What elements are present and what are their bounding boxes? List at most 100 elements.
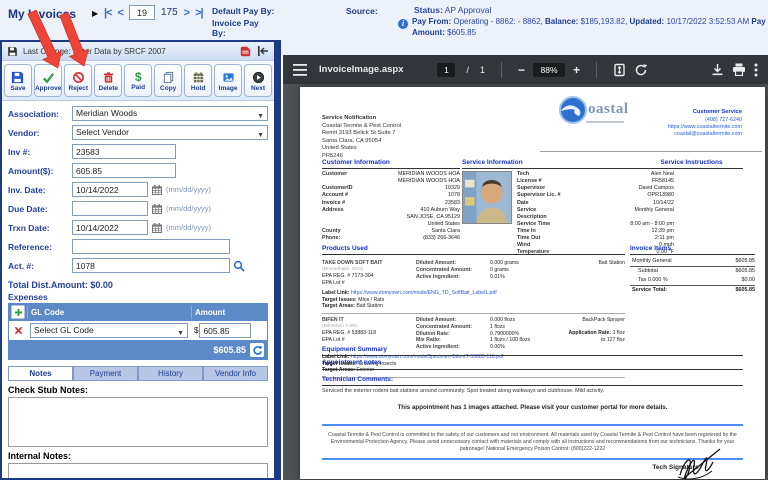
- gl-code-header: GL Code: [27, 306, 191, 319]
- notes-tabs: Notes Payment History Vendor Info: [8, 366, 268, 381]
- pdf-page-input[interactable]: 1: [437, 63, 455, 77]
- expenses-total: $605.85: [213, 345, 246, 355]
- customer-service-contacts[interactable]: (408) 727-6240 https://www.coastaltermit…: [600, 117, 742, 138]
- pdf-viewer: InvoiceImage.aspx 1 / 1 − 88% + Service …: [283, 55, 768, 480]
- gl-amount-input[interactable]: [199, 323, 251, 338]
- vendor-label: Vendor:: [8, 128, 72, 138]
- delete-row-button[interactable]: [9, 325, 27, 336]
- collapse-panel-icon[interactable]: [257, 46, 269, 56]
- zoom-level[interactable]: 88%: [533, 63, 565, 77]
- pdf-page-total: 1: [480, 65, 485, 75]
- association-select[interactable]: Meridian Woods▼: [72, 106, 268, 121]
- dollar-icon: $: [135, 71, 142, 83]
- reject-button[interactable]: Reject: [64, 64, 92, 97]
- invoice-pay-by-label: Invoice Pay By:: [212, 19, 264, 39]
- due-date-input[interactable]: [72, 201, 148, 216]
- paid-button[interactable]: $ Paid: [124, 64, 152, 97]
- customer-information-section: Customer Information CustomerMERIDIAN WO…: [322, 159, 460, 242]
- gl-code-select[interactable]: Select GL Code▼: [30, 323, 188, 338]
- invoice-item-row: Tax 0.000 %$0.00: [630, 276, 755, 286]
- download-icon[interactable]: [711, 63, 724, 76]
- save-button[interactable]: Save: [4, 64, 32, 97]
- check-icon: [42, 71, 55, 84]
- image-icon: [222, 71, 235, 84]
- hold-button[interactable]: Hold: [184, 64, 212, 97]
- calendar-icon[interactable]: [151, 203, 163, 215]
- rotate-icon[interactable]: [634, 63, 648, 77]
- product-links: Label Link: https://www.domyown.com/msds…: [322, 290, 625, 314]
- inv-number-input[interactable]: [72, 144, 176, 159]
- copy-button[interactable]: Copy: [154, 64, 182, 97]
- search-icon[interactable]: [233, 260, 245, 272]
- wave-logo-icon: [558, 95, 588, 125]
- add-gl-row-button[interactable]: [11, 305, 25, 319]
- title-caret-icon[interactable]: ▶: [92, 9, 98, 18]
- currency-symbol: $: [194, 326, 198, 335]
- save-icon: [11, 71, 24, 84]
- next-button[interactable]: Next: [244, 64, 272, 97]
- page-separator: /: [466, 65, 469, 75]
- trash-icon: [102, 71, 115, 84]
- pdf-badge-icon[interactable]: [240, 46, 251, 57]
- gl-code-row: Select GL Code▼ $: [9, 320, 267, 341]
- tab-payment[interactable]: Payment: [73, 366, 138, 380]
- status-value: AP Approval: [445, 5, 492, 15]
- vendor-select[interactable]: Select Vendor▼: [72, 125, 268, 140]
- plus-icon: [13, 307, 24, 318]
- calendar-icon[interactable]: [151, 184, 163, 196]
- act-number-input[interactable]: [72, 258, 230, 273]
- first-page-button[interactable]: |<: [104, 7, 112, 19]
- delete-button[interactable]: Delete: [94, 64, 122, 97]
- toolbar: Save Approve Reject Delete $ Paid Copy H…: [2, 61, 274, 101]
- zoom-in-button[interactable]: +: [573, 65, 580, 75]
- tab-notes[interactable]: Notes: [8, 366, 73, 380]
- association-label: Association:: [8, 109, 72, 119]
- amount-input[interactable]: [72, 163, 176, 178]
- tab-history[interactable]: History: [138, 366, 203, 380]
- reference-input[interactable]: [72, 239, 230, 254]
- service-information-section: Service Information Tech License # Super…: [462, 159, 674, 256]
- internal-notes-label: Internal Notes:: [2, 447, 274, 463]
- prev-page-button[interactable]: <: [118, 7, 123, 19]
- invoice-items-heading: Invoice Items: [630, 245, 755, 255]
- print-icon[interactable]: [732, 63, 746, 76]
- pdf-filename: InvoiceImage.aspx: [319, 64, 403, 75]
- chevron-down-icon: ▼: [257, 129, 264, 142]
- refresh-total-button[interactable]: [250, 343, 264, 357]
- tab-vendor-info[interactable]: Vendor Info: [203, 366, 268, 380]
- updated-value: 10/17/2022 3:52:53 AM: [666, 17, 749, 26]
- pay-from-value: Operating - 8862: - 8862,: [453, 17, 542, 26]
- status-label: Status:: [414, 5, 443, 15]
- expenses-footer-row: $605.85: [9, 341, 267, 359]
- equipment-summary-heading: Equipment Summary: [322, 346, 743, 356]
- invoice-items-section: Invoice Items Monthly General$605.85 Sub…: [630, 245, 755, 296]
- customer-service-block: Customer Service (408) 727-6240 https://…: [600, 109, 742, 138]
- date-format-hint: (mm/dd/yyyy): [166, 223, 211, 232]
- check-stub-notes-textarea[interactable]: [8, 397, 268, 447]
- last-page-button[interactable]: >|: [195, 7, 203, 19]
- zoom-out-button[interactable]: −: [518, 65, 525, 75]
- service-instructions-heading: Service Instructions: [640, 159, 743, 169]
- menu-icon[interactable]: [293, 64, 307, 76]
- calendar-icon[interactable]: [151, 222, 163, 234]
- fit-page-icon[interactable]: [613, 63, 626, 77]
- tech-signature-scribble: [670, 447, 728, 480]
- inv-number-label: Inv #:: [8, 147, 72, 157]
- page-number-input[interactable]: [129, 5, 155, 20]
- internal-notes-textarea[interactable]: [8, 463, 268, 480]
- label-link[interactable]: https://www.domyown.com/msds/ENG_TD_Soft…: [351, 290, 497, 296]
- trxn-date-label: Trxn Date:: [8, 223, 72, 233]
- company-block: Service Notification Coastal Termite & P…: [322, 115, 401, 160]
- trxn-date-input[interactable]: [72, 220, 148, 235]
- image-button[interactable]: Image: [214, 64, 242, 97]
- pay-from-label: Pay From:: [412, 17, 451, 26]
- balance-label: Balance:: [545, 17, 578, 26]
- approve-button[interactable]: Approve: [34, 64, 62, 97]
- next-page-button[interactable]: >: [184, 7, 189, 19]
- due-date-label: Due Date:: [8, 204, 72, 214]
- pay-amount-value: $605.85: [447, 28, 476, 37]
- more-options-icon[interactable]: [754, 63, 758, 77]
- hold-grid-icon: [192, 71, 205, 84]
- inv-date-input[interactable]: [72, 182, 148, 197]
- customer-service-title: Customer Service: [600, 109, 742, 117]
